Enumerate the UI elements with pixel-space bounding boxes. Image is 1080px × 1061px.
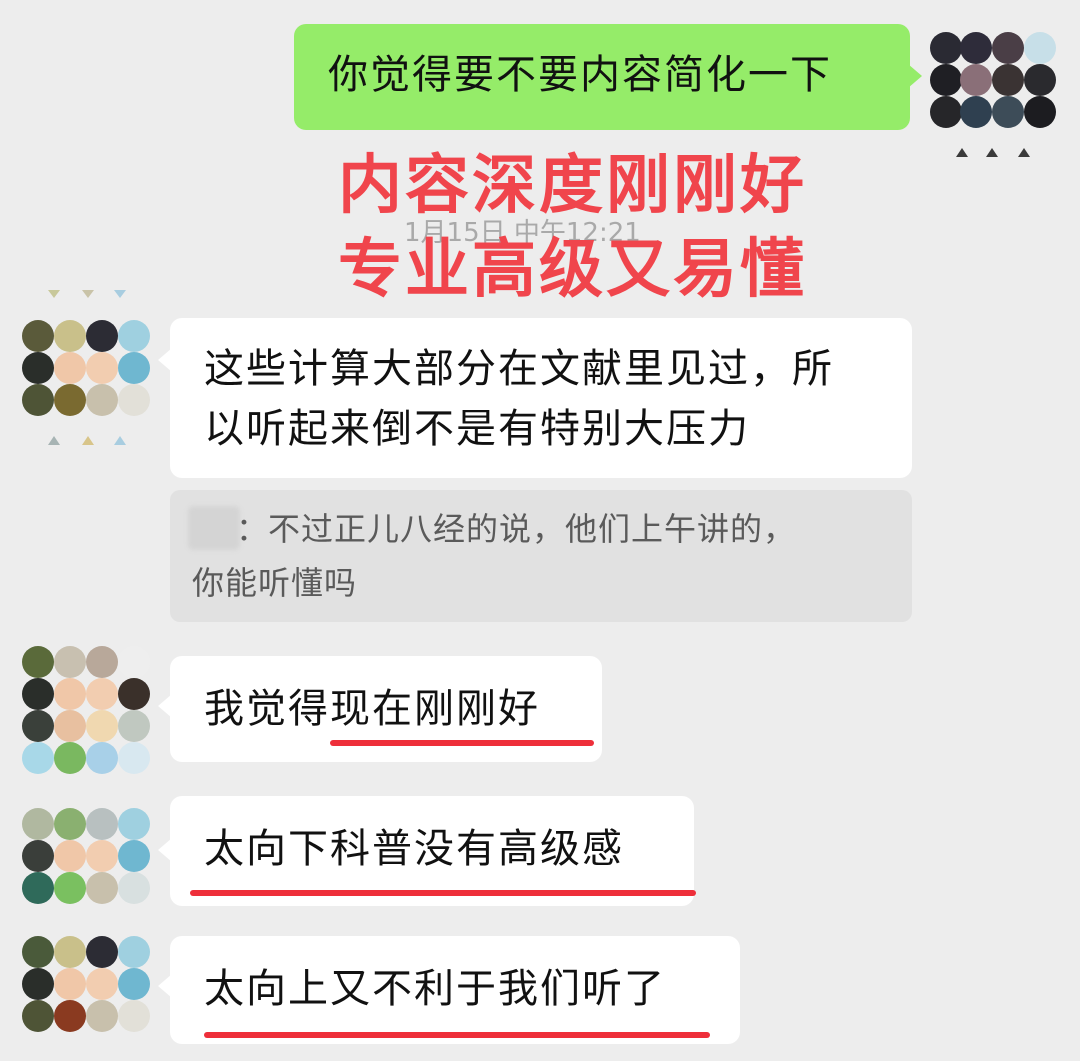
message-text-line-1: 这些计算大部分在文献里见过，所: [204, 346, 834, 392]
message-text: 太向上又不利于我们听了: [204, 966, 666, 1012]
quoted-message[interactable]: ： 不过正儿八经的说，他们上午讲的， 你能听懂吗: [170, 490, 912, 622]
quote-text-line-1: 不过正儿八经的说，他们上午讲的，: [268, 510, 797, 548]
contact-avatar[interactable]: [22, 646, 152, 776]
quote-text-line-2: 你能听懂吗: [192, 564, 358, 602]
received-message-bubble[interactable]: 我觉得现在刚刚好: [170, 656, 602, 762]
bubble-tail: [908, 64, 922, 88]
received-message-bubble[interactable]: 太向上又不利于我们听了: [170, 936, 740, 1044]
quoted-sender-name: [188, 506, 240, 550]
highlight-underline: [204, 1032, 710, 1038]
contact-avatar[interactable]: [22, 936, 152, 1061]
received-message-bubble[interactable]: 这些计算大部分在文献里见过，所 以听起来倒不是有特别大压力: [170, 318, 912, 478]
message-text-line-2: 以听起来倒不是有特别大压力: [204, 406, 750, 452]
annotation-line-1: 内容深度刚刚好: [338, 149, 807, 223]
message-text: 太向下科普没有高级感: [204, 826, 624, 872]
message-text: 我觉得现在刚刚好: [204, 686, 540, 732]
highlight-underline: [330, 740, 594, 746]
quote-separator: ：: [236, 510, 270, 548]
highlight-underline: [190, 890, 696, 896]
sent-message-bubble[interactable]: 你觉得要不要内容简化一下: [294, 24, 910, 130]
self-avatar[interactable]: [930, 20, 1060, 160]
contact-avatar[interactable]: [22, 808, 152, 918]
contact-avatar[interactable]: [22, 290, 152, 450]
message-text: 你觉得要不要内容简化一下: [328, 52, 832, 98]
annotation-line-2: 专业高级又易懂: [338, 233, 807, 307]
